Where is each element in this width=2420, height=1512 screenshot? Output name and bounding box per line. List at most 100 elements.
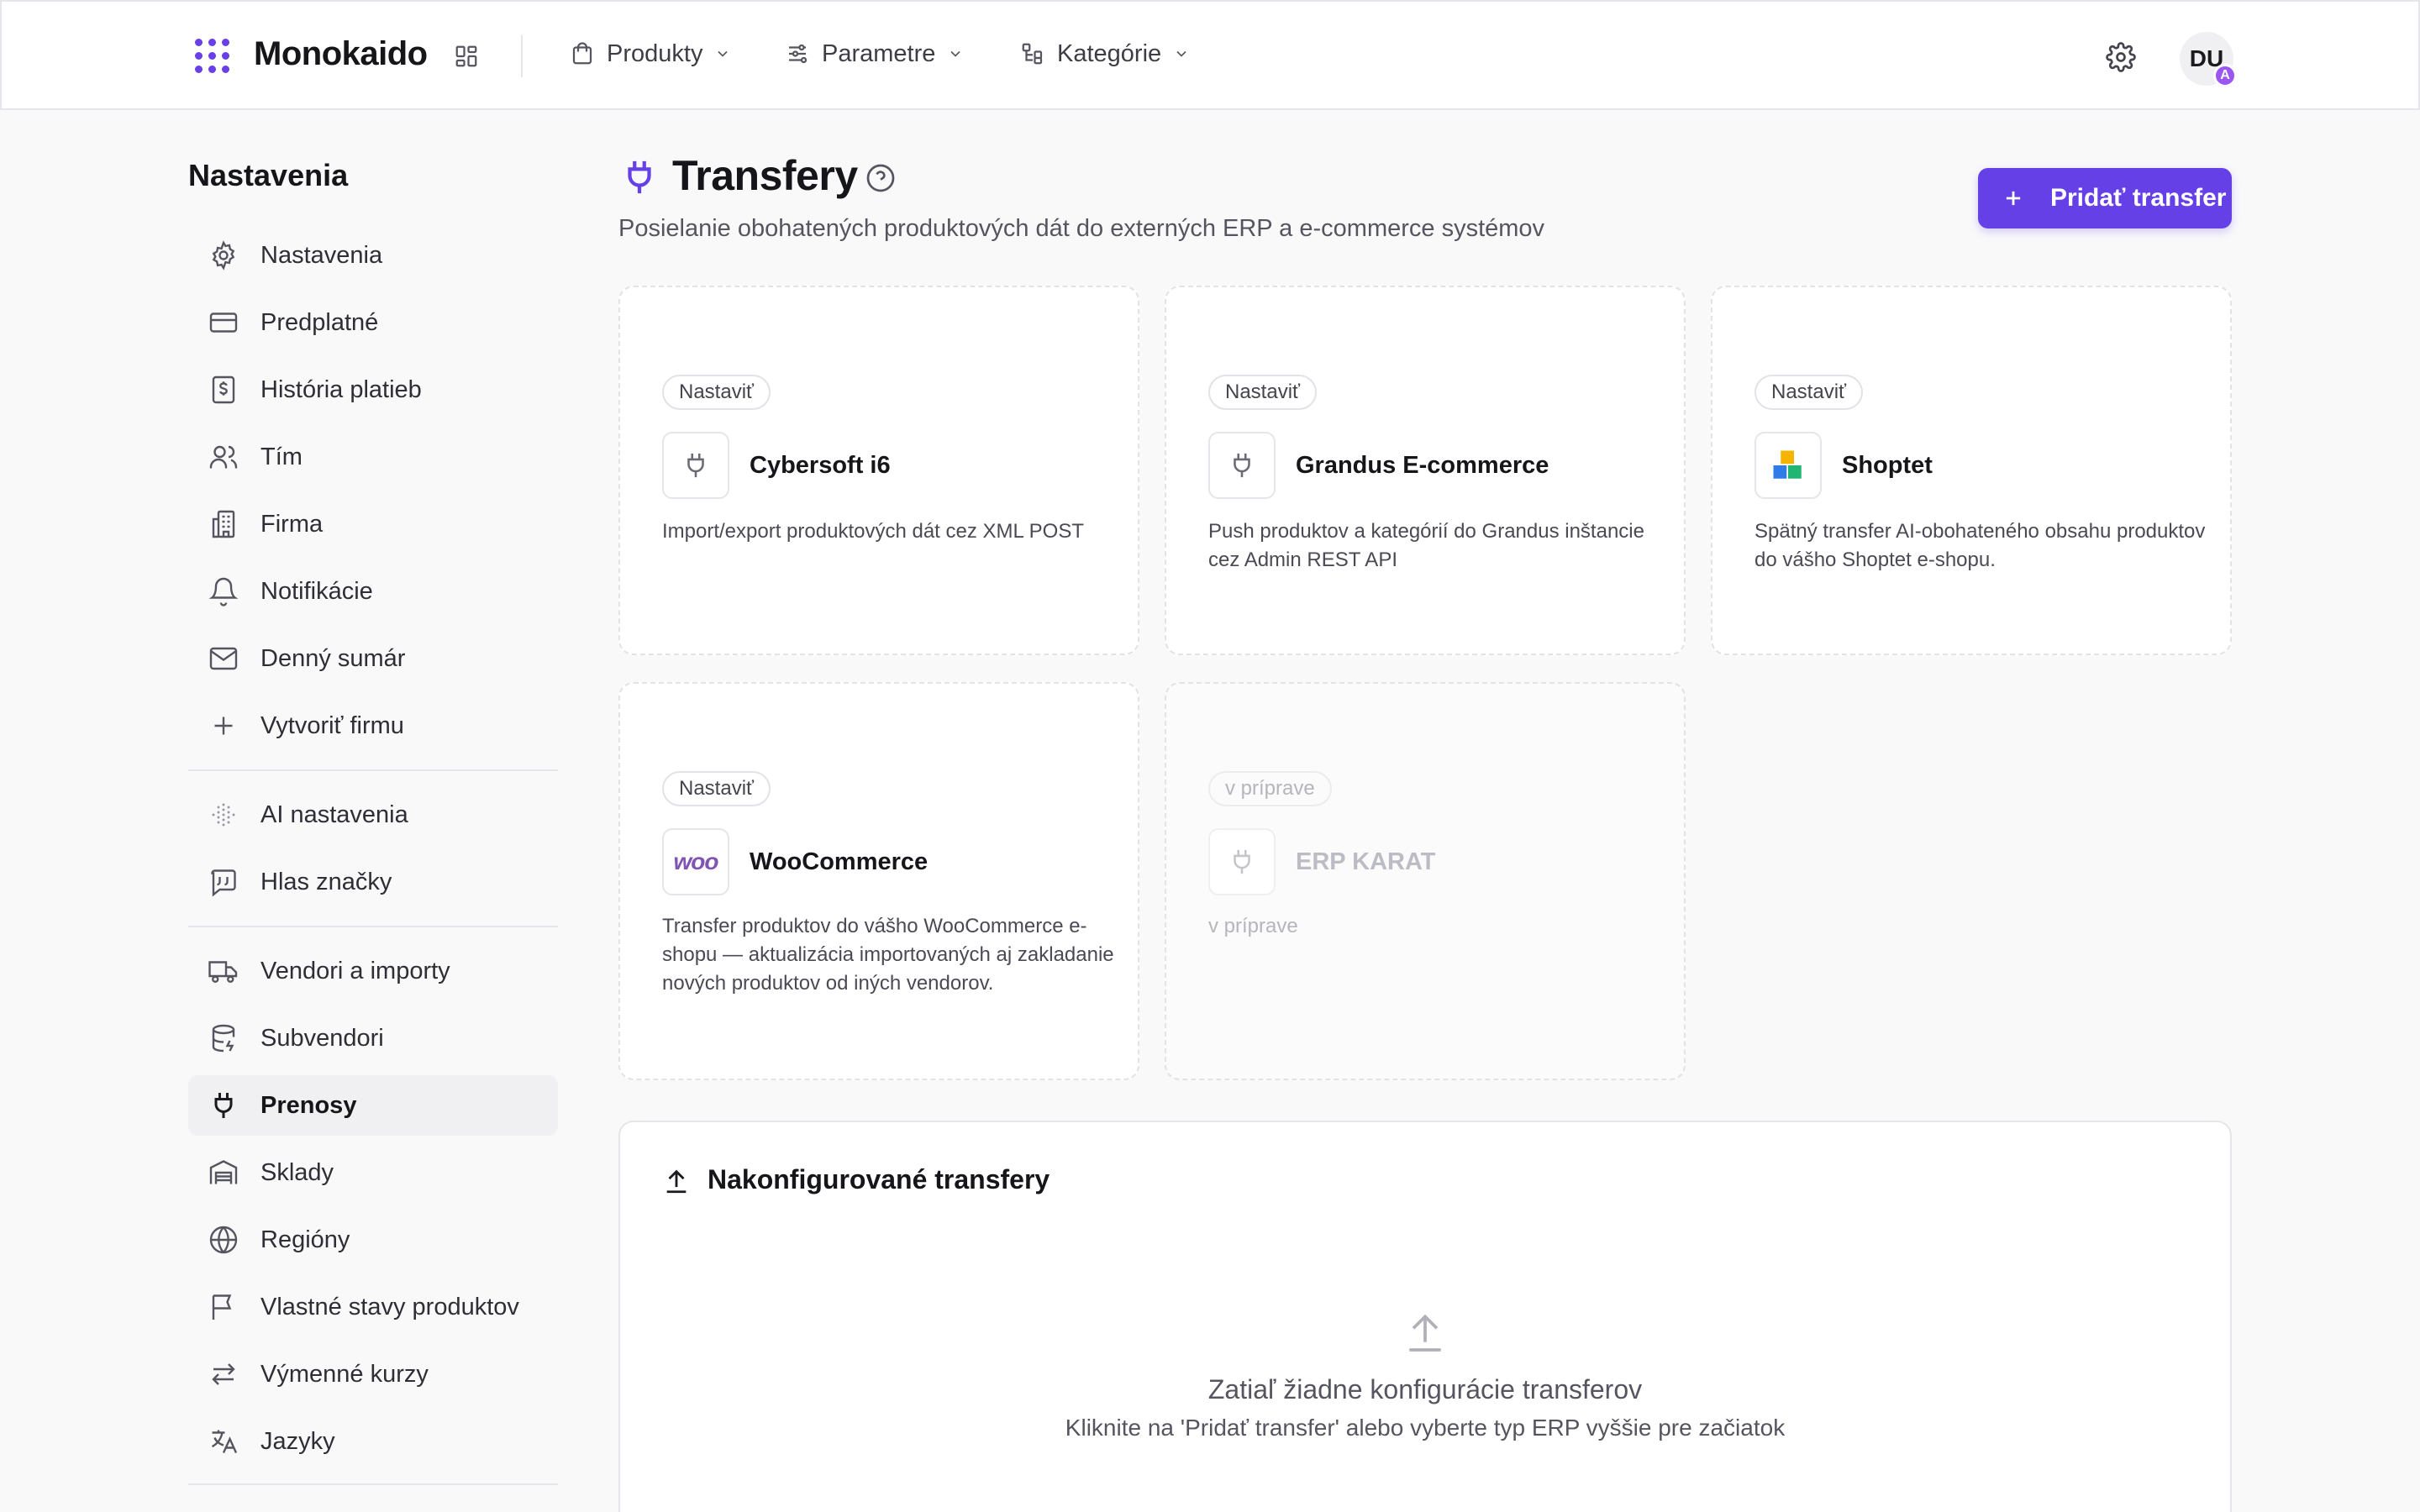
transfer-card-shoptet[interactable]: Nastaviť Shoptet Spätný transfer AI-oboh… — [1711, 286, 2232, 655]
sidebar-item-jazyky[interactable]: Jazyky — [188, 1411, 558, 1472]
transfer-card-cybersoft[interactable]: Nastaviť Cybersoft i6 Import/export prod… — [618, 286, 1139, 655]
sidebar-item-label: Sklady — [260, 1158, 334, 1186]
sidebar-item-subvendori[interactable]: Subvendori — [188, 1008, 558, 1068]
sidebar-item-tim[interactable]: Tím — [188, 427, 558, 487]
setup-badge[interactable]: Nastaviť — [1208, 375, 1318, 410]
card-logo — [1208, 828, 1276, 895]
configured-title: Nakonfigurované transfery — [708, 1164, 1050, 1194]
sidebar-item-label: Jazyky — [260, 1427, 335, 1455]
sidebar-item-vytvorit-firmu[interactable]: Vytvoriť firmu — [188, 696, 558, 756]
add-transfer-label: Pridať transfer — [2050, 184, 2227, 212]
card-name: Cybersoft i6 — [750, 452, 891, 479]
setup-badge[interactable]: Nastaviť — [662, 771, 771, 806]
add-transfer-button[interactable]: Pridať transfer — [1978, 168, 2232, 228]
plug-icon — [687, 453, 704, 478]
card-logo — [662, 432, 729, 499]
help-circle-icon[interactable] — [865, 163, 896, 193]
sidebar-item-notifikacie[interactable]: Notifikácie — [188, 561, 558, 622]
nav-produkty[interactable]: Produkty — [570, 35, 731, 72]
settings-gear-icon[interactable] — [2106, 42, 2136, 72]
empty-state-title: Zatiaľ žiadne konfigurácie transferov — [1207, 1374, 1643, 1404]
sidebar-item-label: Vytvoriť firmu — [260, 711, 404, 739]
chevron-down-icon — [718, 50, 729, 57]
translate-icon — [211, 1430, 238, 1453]
upload-icon — [666, 1169, 687, 1194]
sidebar-item-sklady[interactable]: Sklady — [188, 1142, 558, 1203]
sidebar-item-hlas-znacky[interactable]: Hlas značky — [188, 852, 558, 912]
building-icon — [212, 510, 235, 538]
quote-icon — [211, 869, 236, 897]
warehouse-icon — [209, 1160, 238, 1184]
sparkle-dots-icon — [212, 803, 235, 827]
avatar-badge: A — [2213, 64, 2237, 87]
transfer-card-erp-karat: v príprave ERP KARAT v príprave — [1165, 682, 1686, 1080]
card-description: Transfer produktov do vášho WooCommerce … — [662, 915, 1114, 995]
sidebar-item-label: Denný sumár — [260, 644, 406, 672]
upload-icon — [1409, 1314, 1441, 1352]
sidebar-item-label: Vendori a importy — [260, 957, 450, 984]
chevron-down-icon — [1176, 50, 1186, 57]
coming-soon-badge: v príprave — [1208, 771, 1332, 806]
card-description: Push produktov a kategórií do Grandus in… — [1208, 520, 1644, 571]
setup-badge[interactable]: Nastaviť — [662, 375, 771, 410]
nav-divider — [521, 35, 523, 77]
transfer-card-grandus[interactable]: Nastaviť Grandus E-commerce Push produkt… — [1165, 286, 1686, 655]
sidebar-item-prenosy[interactable]: Prenosy — [188, 1075, 558, 1136]
sliders-icon — [789, 44, 808, 64]
sidebar-item-label: Predplatné — [260, 308, 379, 336]
card-logo — [1208, 432, 1276, 499]
sidebar-title: Nastavenia — [188, 158, 349, 192]
sidebar-item-historia-platieb[interactable]: História platieb — [188, 360, 558, 420]
sidebar-item-label: Firma — [260, 510, 324, 538]
sidebar-item-vlastne-stavy[interactable]: Vlastné stavy produktov — [188, 1277, 558, 1337]
apps-grid-icon[interactable] — [454, 44, 479, 69]
sidebar-item-vendori[interactable]: Vendori a importy — [188, 941, 558, 1001]
globe-icon — [209, 1226, 238, 1254]
sidebar-divider — [188, 926, 558, 927]
database-icon — [212, 1024, 235, 1053]
mail-icon — [209, 647, 238, 670]
sidebar-item-label: História platieb — [260, 375, 422, 403]
tree-icon — [1022, 43, 1043, 65]
sidebar-divider — [188, 769, 558, 771]
sidebar-item-label: Prenosy — [260, 1091, 357, 1119]
sidebar-item-label: Subvendori — [260, 1024, 384, 1052]
sidebar-item-regiony[interactable]: Regióny — [188, 1210, 558, 1270]
card-name: WooCommerce — [750, 848, 929, 875]
sidebar-item-ai-nastavenia[interactable]: AI nastavenia — [188, 785, 558, 845]
page-subtitle: Posielanie obohatených produktových dát … — [618, 215, 1545, 242]
sidebar-divider — [188, 1483, 558, 1485]
plus-icon — [214, 717, 233, 735]
shopping-bag-icon — [572, 42, 592, 65]
sidebar-item-firma[interactable]: Firma — [188, 494, 558, 554]
truck-icon — [208, 961, 238, 983]
bell-icon — [208, 577, 239, 606]
nav-parametre[interactable]: Parametre — [785, 35, 964, 72]
sidebar-item-label: Vlastné stavy produktov — [260, 1293, 519, 1320]
sidebar-item-denny-sumar[interactable]: Denný sumár — [188, 628, 558, 689]
sidebar-item-nastavenia[interactable]: Nastavenia — [188, 225, 558, 286]
chevron-down-icon — [950, 50, 960, 57]
nav-kategorie[interactable]: Kategórie — [1020, 35, 1190, 72]
card-name: Grandus E-commerce — [1296, 452, 1549, 479]
logo-icon[interactable] — [195, 39, 230, 74]
plug-icon — [628, 160, 651, 194]
configured-transfers-panel: Nakonfigurované transfery Zatiaľ žiadne … — [618, 1121, 2232, 1512]
sidebar-item-label: Hlas značky — [260, 868, 392, 895]
sidebar-item-label: Tím — [260, 443, 302, 470]
shoptet-logo-icon — [1773, 450, 1802, 479]
brand-name[interactable]: Monokaido — [254, 35, 428, 73]
sidebar-item-predplatne[interactable]: Predplatné — [188, 292, 558, 353]
plus-icon — [2006, 191, 2021, 206]
sidebar-item-vymenne-kurzy[interactable]: Výmenné kurzy — [188, 1344, 558, 1404]
sidebar-item-label: Notifikácie — [260, 577, 373, 605]
plug-icon — [1234, 453, 1250, 478]
sidebar-item-label: Regióny — [260, 1226, 350, 1253]
top-bar: Monokaido Produkty Parametre Kategórie D… — [0, 0, 2420, 110]
setup-badge[interactable]: Nastaviť — [1754, 375, 1864, 410]
card-description: Import/export produktových dát cez XML P… — [662, 520, 1084, 543]
card-description: v príprave — [1208, 915, 1298, 937]
plug-icon — [1234, 849, 1250, 874]
transfer-card-woocommerce[interactable]: Nastaviť woo WooCommerce Transfer produk… — [618, 682, 1139, 1080]
users-icon — [209, 445, 238, 469]
